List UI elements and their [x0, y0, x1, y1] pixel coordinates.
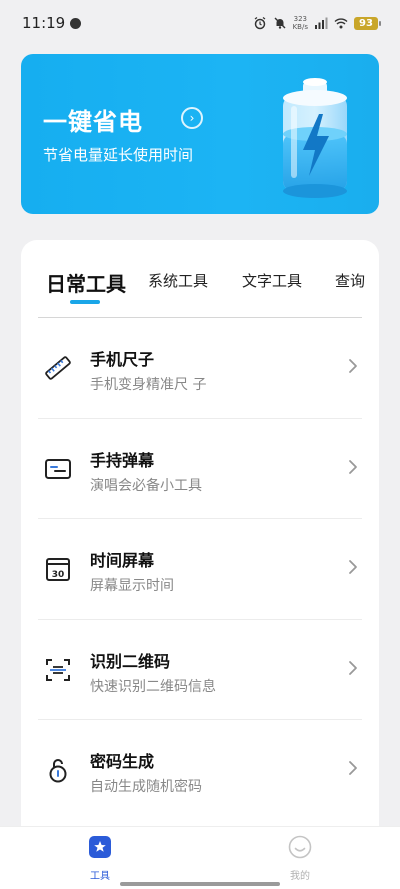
ruler-icon [45, 356, 71, 380]
tab-system-tools[interactable]: 系统工具 [148, 270, 208, 291]
banner-title: 一键省电 [43, 108, 143, 136]
chevron-right-icon [349, 761, 357, 775]
network-speed-unit: KB/s [292, 23, 308, 31]
network-speed-value: 323 [293, 15, 307, 23]
category-tabs: 日常工具 系统工具 文字工具 查询 [21, 240, 379, 318]
tab-daily-tools[interactable]: 日常工具 [46, 268, 126, 297]
tool-subtitle: 屏幕显示时间 [90, 578, 174, 594]
chevron-right-icon [349, 359, 357, 373]
status-icons: 323 KB/s 93 [253, 15, 381, 31]
tool-list: 手机尺子 手机变身精准尺 子 手持弹幕 演唱会必备小工具 30 时间屏幕 屏幕显… [38, 318, 362, 821]
scan-icon [46, 658, 70, 681]
chevron-right-circle-icon: › [181, 107, 203, 129]
tool-title: 识别二维码 [90, 651, 171, 671]
tool-title: 时间屏幕 [90, 551, 155, 570]
tool-title: 手持弹幕 [90, 450, 155, 470]
tool-item-ruler[interactable]: 手机尺子 手机变身精准尺 子 [38, 318, 362, 419]
wifi-icon [334, 18, 348, 29]
tool-item-password-generator[interactable]: 密码生成 自动生成随机密码 [38, 720, 362, 821]
tool-subtitle: 快速识别二维码信息 [90, 678, 216, 695]
tool-item-qr-scan[interactable]: 识别二维码 快速识别二维码信息 [38, 620, 362, 720]
bottom-navigation: 工具 我的 [0, 826, 400, 889]
svg-text:30: 30 [52, 570, 65, 580]
tool-title: 密码生成 [90, 752, 155, 771]
nav-tools[interactable]: 工具 [50, 827, 150, 889]
power-saving-banner[interactable]: 一键省电 › 节省电量延长使用时间 [21, 54, 379, 214]
tool-subtitle: 手机变身精准尺 子 [90, 377, 207, 393]
chevron-right-icon [349, 560, 357, 574]
alarm-icon [254, 16, 265, 30]
nav-mine[interactable]: 我的 [250, 827, 350, 889]
tool-title: 手机尺子 [90, 350, 155, 369]
message-notification-icon [70, 18, 82, 29]
tool-item-barrage[interactable]: 手持弹幕 演唱会必备小工具 [38, 419, 362, 519]
battery-indicator: 93 [354, 16, 381, 30]
tool-subtitle: 自动生成随机密码 [90, 779, 202, 795]
tab-active-indicator [70, 300, 100, 304]
nav-tools-label: 工具 [90, 871, 110, 882]
battery-charging-icon [283, 78, 347, 198]
tool-item-time-screen[interactable]: 30 时间屏幕 屏幕显示时间 [38, 519, 362, 620]
lock-icon [49, 759, 67, 783]
chevron-right-icon [349, 660, 357, 675]
tab-query-tools[interactable]: 查询 [335, 270, 365, 291]
network-speed: 323 KB/s [293, 15, 308, 31]
calendar-icon: 30 [46, 558, 70, 581]
tools-card: 日常工具 系统工具 文字工具 查询 手机尺子 手机变身精准尺 子 手持弹幕 演唱… [21, 240, 379, 860]
home-indicator[interactable] [120, 882, 280, 886]
status-time: 11:19 [22, 14, 66, 32]
toolbox-star-icon [89, 836, 111, 858]
tab-text-tools[interactable]: 文字工具 [242, 270, 302, 291]
mute-bell-icon [274, 17, 286, 29]
barrage-icon [45, 458, 71, 479]
smiley-icon [288, 835, 312, 859]
chevron-right-icon [349, 459, 357, 474]
status-bar: 11:19 323 KB/s 93 [0, 0, 400, 46]
signal-icon [315, 17, 328, 29]
nav-mine-label: 我的 [290, 871, 310, 882]
banner-subtitle: 节省电量延长使用时间 [43, 146, 194, 164]
tool-subtitle: 演唱会必备小工具 [90, 477, 202, 494]
